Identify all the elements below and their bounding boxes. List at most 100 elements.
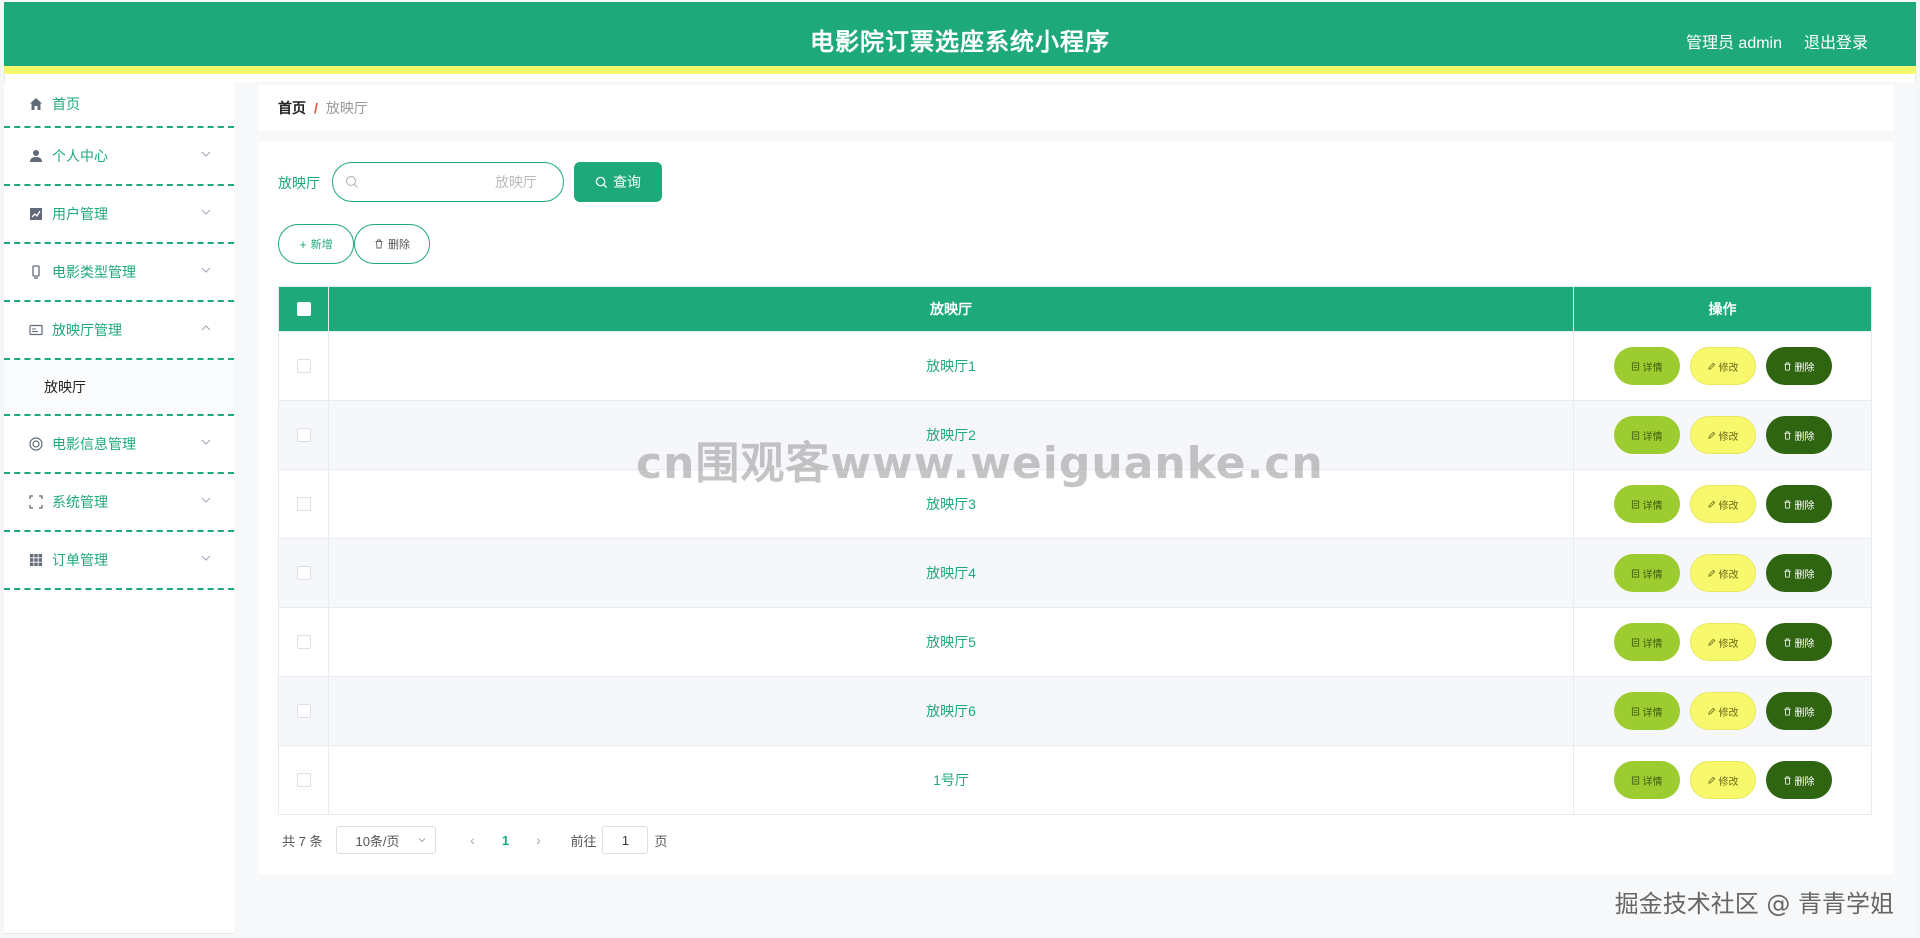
sidebar-item-system[interactable]: 系统管理	[4, 474, 234, 532]
document-icon	[1631, 637, 1639, 647]
breadcrumb-current: 放映厅	[325, 100, 368, 116]
detail-button[interactable]: 详情	[1613, 347, 1680, 385]
row-checkbox[interactable]	[296, 428, 311, 442]
detail-button[interactable]: 详情	[1613, 485, 1680, 523]
batch-delete-label: 删除	[388, 239, 410, 251]
detail-button-label: 详情	[1642, 707, 1663, 719]
main-panel: 放映厅 查询 + 新增 删除 放映厅 操作 放映厅1 详情 修改	[258, 142, 1894, 874]
hall-name: 放映厅6	[926, 703, 976, 719]
search-icon	[595, 176, 608, 188]
plus-icon: +	[299, 236, 307, 252]
pagination-total: 共 7 条	[282, 833, 323, 849]
trash-icon	[1783, 499, 1791, 509]
sidebar-item-label: 首页	[52, 96, 80, 112]
sidebar-item-label: 用户管理	[52, 206, 108, 222]
table-row: 放映厅6 详情 修改 删除	[279, 676, 1871, 745]
sidebar-item-orders[interactable]: 订单管理	[4, 532, 234, 590]
trash-icon	[1783, 361, 1791, 371]
detail-button-label: 详情	[1642, 638, 1663, 650]
row-checkbox[interactable]	[296, 566, 311, 580]
sidebar-item-label: 电影类型管理	[52, 264, 136, 280]
add-button[interactable]: + 新增	[278, 224, 354, 264]
watermark-corner: 掘金技术社区 @ 青青学姐	[1614, 890, 1894, 918]
prev-page-button[interactable]: ‹	[458, 832, 486, 848]
search-field[interactable]	[332, 162, 564, 202]
edit-button[interactable]: 修改	[1689, 692, 1756, 730]
delete-button-label: 删除	[1794, 638, 1815, 650]
delete-button[interactable]: 删除	[1765, 761, 1832, 799]
sidebar-subitem-label: 放映厅	[44, 379, 86, 395]
hall-name: 放映厅4	[926, 565, 976, 581]
edit-icon	[1707, 707, 1715, 715]
edit-button[interactable]: 修改	[1689, 485, 1756, 523]
edit-button[interactable]: 修改	[1689, 623, 1756, 661]
select-all-checkbox[interactable]	[296, 302, 311, 316]
film-icon	[28, 264, 44, 280]
sidebar-item-home[interactable]: 首页	[4, 82, 234, 128]
search-input[interactable]	[367, 171, 537, 193]
delete-button[interactable]: 删除	[1765, 623, 1832, 661]
app-title: 电影院订票选座系统小程序	[810, 29, 1110, 56]
document-icon	[1631, 775, 1639, 785]
goto-page-input[interactable]	[602, 826, 649, 854]
next-page-button[interactable]: ›	[524, 832, 552, 848]
reel-icon	[28, 436, 44, 452]
edit-icon	[1707, 362, 1715, 370]
sidebar-subitem-hall[interactable]: 放映厅	[4, 360, 234, 416]
breadcrumb-home[interactable]: 首页	[278, 98, 306, 118]
logout-link[interactable]: 退出登录	[1804, 29, 1868, 53]
batch-delete-button[interactable]: 删除	[354, 224, 430, 264]
breadcrumb-separator: /	[314, 100, 318, 116]
edit-button-label: 修改	[1718, 362, 1739, 374]
edit-button-label: 修改	[1718, 707, 1739, 719]
delete-button[interactable]: 删除	[1765, 347, 1832, 385]
chevron-down-icon	[201, 267, 211, 273]
table-row: 放映厅4 详情 修改 删除	[279, 538, 1871, 607]
edit-button-label: 修改	[1718, 500, 1739, 512]
edit-button[interactable]: 修改	[1689, 416, 1756, 454]
edit-button[interactable]: 修改	[1689, 761, 1756, 799]
search-icon	[345, 175, 358, 188]
query-button-label: 查询	[613, 174, 641, 190]
row-checkbox[interactable]	[296, 704, 311, 718]
chart-icon	[28, 206, 44, 222]
document-icon	[1631, 706, 1639, 716]
delete-button[interactable]: 删除	[1765, 416, 1832, 454]
page-number-current[interactable]: 1	[486, 833, 524, 848]
user-icon	[28, 148, 44, 164]
row-checkbox[interactable]	[296, 635, 311, 649]
sidebar-item-halls[interactable]: 放映厅管理	[4, 302, 234, 360]
column-header-hall: 放映厅	[329, 287, 1574, 331]
hall-name: 1号厅	[933, 772, 969, 788]
detail-button-label: 详情	[1642, 569, 1663, 581]
detail-button-label: 详情	[1642, 431, 1663, 443]
sidebar-item-users[interactable]: 用户管理	[4, 186, 234, 244]
row-checkbox[interactable]	[296, 359, 311, 373]
edit-button[interactable]: 修改	[1689, 554, 1756, 592]
document-icon	[1631, 361, 1639, 371]
detail-button[interactable]: 详情	[1613, 554, 1680, 592]
goto-label: 前往	[570, 833, 597, 849]
sidebar-item-movie-types[interactable]: 电影类型管理	[4, 244, 234, 302]
table-row: 放映厅1 详情 修改 删除	[279, 331, 1871, 400]
row-checkbox[interactable]	[296, 773, 311, 787]
column-header-ops: 操作	[1708, 301, 1737, 317]
sidebar-item-profile[interactable]: 个人中心	[4, 128, 234, 186]
delete-button-label: 删除	[1794, 776, 1815, 788]
delete-button[interactable]: 删除	[1765, 554, 1832, 592]
detail-button[interactable]: 详情	[1613, 692, 1680, 730]
detail-button[interactable]: 详情	[1613, 761, 1680, 799]
sidebar-item-label: 系统管理	[52, 494, 108, 510]
detail-button[interactable]: 详情	[1613, 416, 1680, 454]
delete-button[interactable]: 删除	[1765, 485, 1832, 523]
delete-button[interactable]: 删除	[1765, 692, 1832, 730]
detail-button[interactable]: 详情	[1613, 623, 1680, 661]
add-button-label: 新增	[310, 239, 333, 251]
page-size-select[interactable]: 10条/页	[336, 826, 437, 854]
row-checkbox[interactable]	[296, 497, 311, 511]
query-button[interactable]: 查询	[574, 162, 662, 202]
edit-button[interactable]: 修改	[1689, 347, 1756, 385]
edit-icon	[1707, 500, 1715, 508]
sidebar-item-movies[interactable]: 电影信息管理	[4, 416, 234, 474]
detail-button-label: 详情	[1642, 362, 1663, 374]
